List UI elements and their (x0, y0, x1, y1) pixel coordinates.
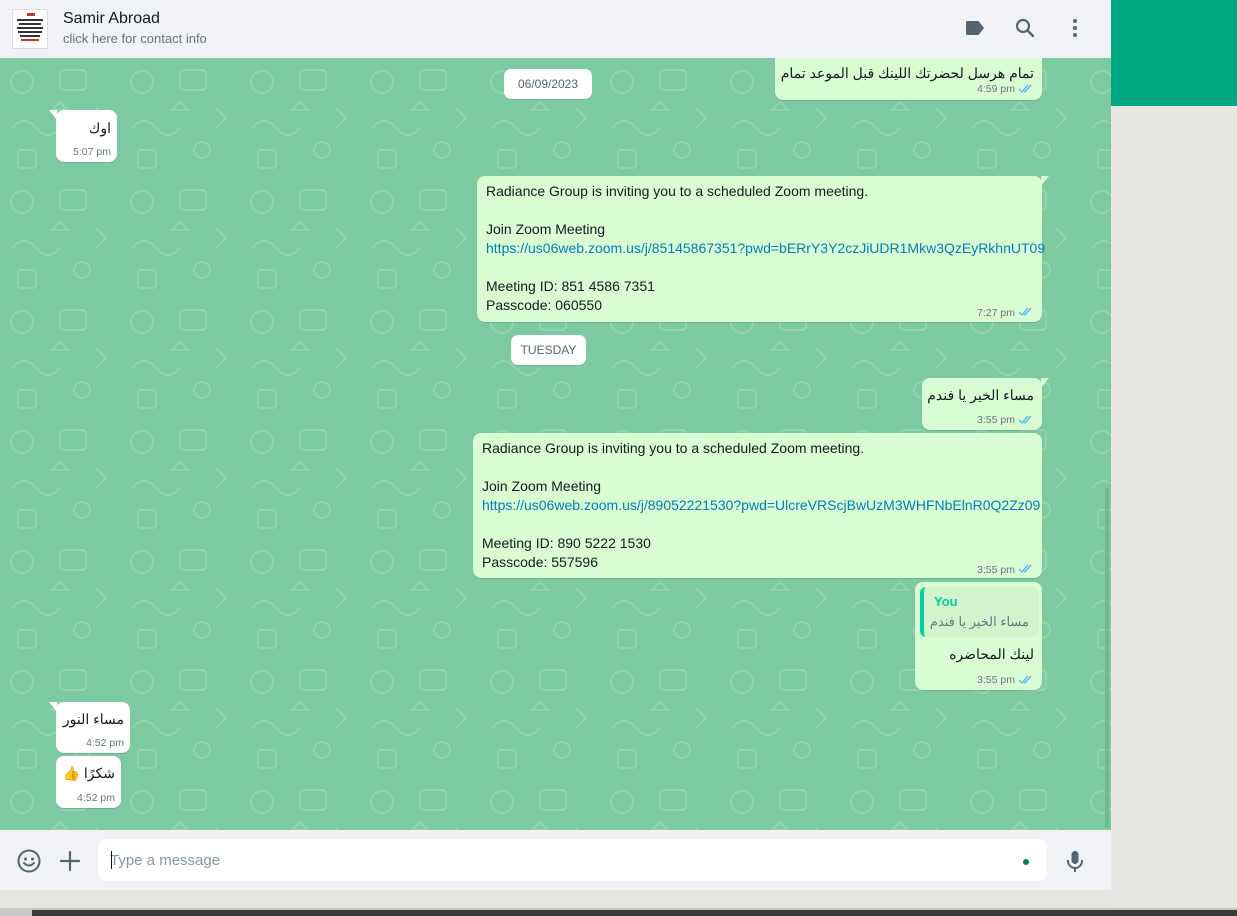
chat-scrollbar[interactable] (1105, 488, 1109, 828)
avatar[interactable] (12, 9, 48, 49)
message-time: 4:52 pm (86, 737, 124, 749)
message-text: Join Zoom Meeting (482, 478, 602, 494)
message-bubble-outgoing[interactable]: Radiance Group is inviting you to a sche… (473, 433, 1042, 578)
message-text: Passcode: 060550 (486, 297, 602, 313)
message-text: مساء الخير يا فندم (927, 387, 1034, 403)
message-input-box[interactable] (98, 839, 1047, 881)
search-icon[interactable] (1013, 16, 1037, 40)
message-time: 4:59 pm (977, 83, 1015, 95)
microphone-icon[interactable] (1062, 848, 1088, 874)
message-text: Radiance Group is inviting you to a sche… (482, 440, 865, 456)
taskbar-strip (32, 910, 1237, 916)
message-text: Radiance Group is inviting you to a sche… (486, 183, 869, 199)
message-bubble-outgoing[interactable]: Radiance Group is inviting you to a sche… (477, 176, 1049, 322)
menu-icon[interactable] (1063, 16, 1087, 40)
message-time: 4:52 pm (77, 792, 115, 804)
date-separator: TUESDAY (511, 335, 586, 365)
message-text: Meeting ID: 890 5222 1530 (482, 535, 651, 551)
message-text: اوك (88, 120, 111, 136)
message-bubble-incoming[interactable]: اوك 5:07 pm (49, 110, 117, 162)
read-ticks-icon (1018, 415, 1032, 425)
read-ticks-icon (1018, 307, 1032, 317)
message-text: Passcode: 557596 (482, 554, 598, 570)
zoom-meeting-link[interactable]: https://us06web.zoom.us/j/89052221530?pw… (482, 496, 1040, 515)
read-ticks-icon (1018, 675, 1032, 685)
quoted-author: You (934, 594, 958, 609)
message-time: 3:55 pm (977, 564, 1015, 576)
message-bubble-outgoing[interactable]: مساء الخير يا فندم 3:55 pm (922, 378, 1049, 430)
chat-window: Samir Abroad click here for contact info (0, 0, 1111, 890)
side-accent-band (1111, 0, 1237, 106)
message-bubble-reply[interactable]: You مساء الخير يا فندم لينك المحاضره 3:5… (915, 582, 1042, 690)
side-empty-panel (1111, 106, 1237, 916)
date-separator: 06/09/2023 (504, 69, 592, 99)
emoji-icon[interactable] (16, 848, 42, 874)
message-time: 7:27 pm (977, 307, 1015, 319)
message-text: لينك المحاضره (949, 646, 1034, 662)
taskbar-edge (0, 908, 1237, 916)
label-icon[interactable] (963, 16, 987, 40)
message-text: Join Zoom Meeting (486, 221, 606, 237)
message-input[interactable] (110, 839, 1010, 881)
status-dot-icon (1023, 859, 1029, 865)
read-ticks-icon (1018, 84, 1032, 94)
quoted-message[interactable]: You مساء الخير يا فندم (920, 587, 1039, 637)
read-ticks-icon (1018, 564, 1032, 574)
quoted-text: مساء الخير يا فندم (929, 614, 1029, 629)
message-text: Meeting ID: 851 4586 7351 (486, 278, 655, 294)
message-text: شكرًا 👍 (62, 765, 115, 781)
message-time: 5:07 pm (73, 146, 111, 158)
attach-plus-icon[interactable] (57, 848, 83, 874)
contact-info-hint[interactable]: click here for contact info (63, 31, 207, 46)
message-bubble-outgoing[interactable]: تمام هرسل لحضرتك اللينك قبل الموعد تمام … (775, 58, 1042, 100)
message-composer (0, 830, 1111, 890)
message-bubble-incoming[interactable]: مساء النور 4:52 pm (49, 702, 130, 753)
chat-header[interactable]: Samir Abroad click here for contact info (0, 0, 1111, 59)
text-caret (111, 851, 112, 869)
contact-name[interactable]: Samir Abroad (63, 10, 160, 28)
message-bubble-incoming[interactable]: شكرًا 👍 4:52 pm (56, 756, 121, 808)
message-time: 3:55 pm (977, 414, 1015, 426)
zoom-meeting-link[interactable]: https://us06web.zoom.us/j/85145867351?pw… (486, 239, 1045, 258)
message-text: تمام هرسل لحضرتك اللينك قبل الموعد تمام (780, 65, 1034, 81)
message-list[interactable]: تمام هرسل لحضرتك اللينك قبل الموعد تمام … (0, 58, 1111, 830)
message-text: مساء النور (62, 711, 124, 727)
message-time: 3:55 pm (977, 674, 1015, 686)
